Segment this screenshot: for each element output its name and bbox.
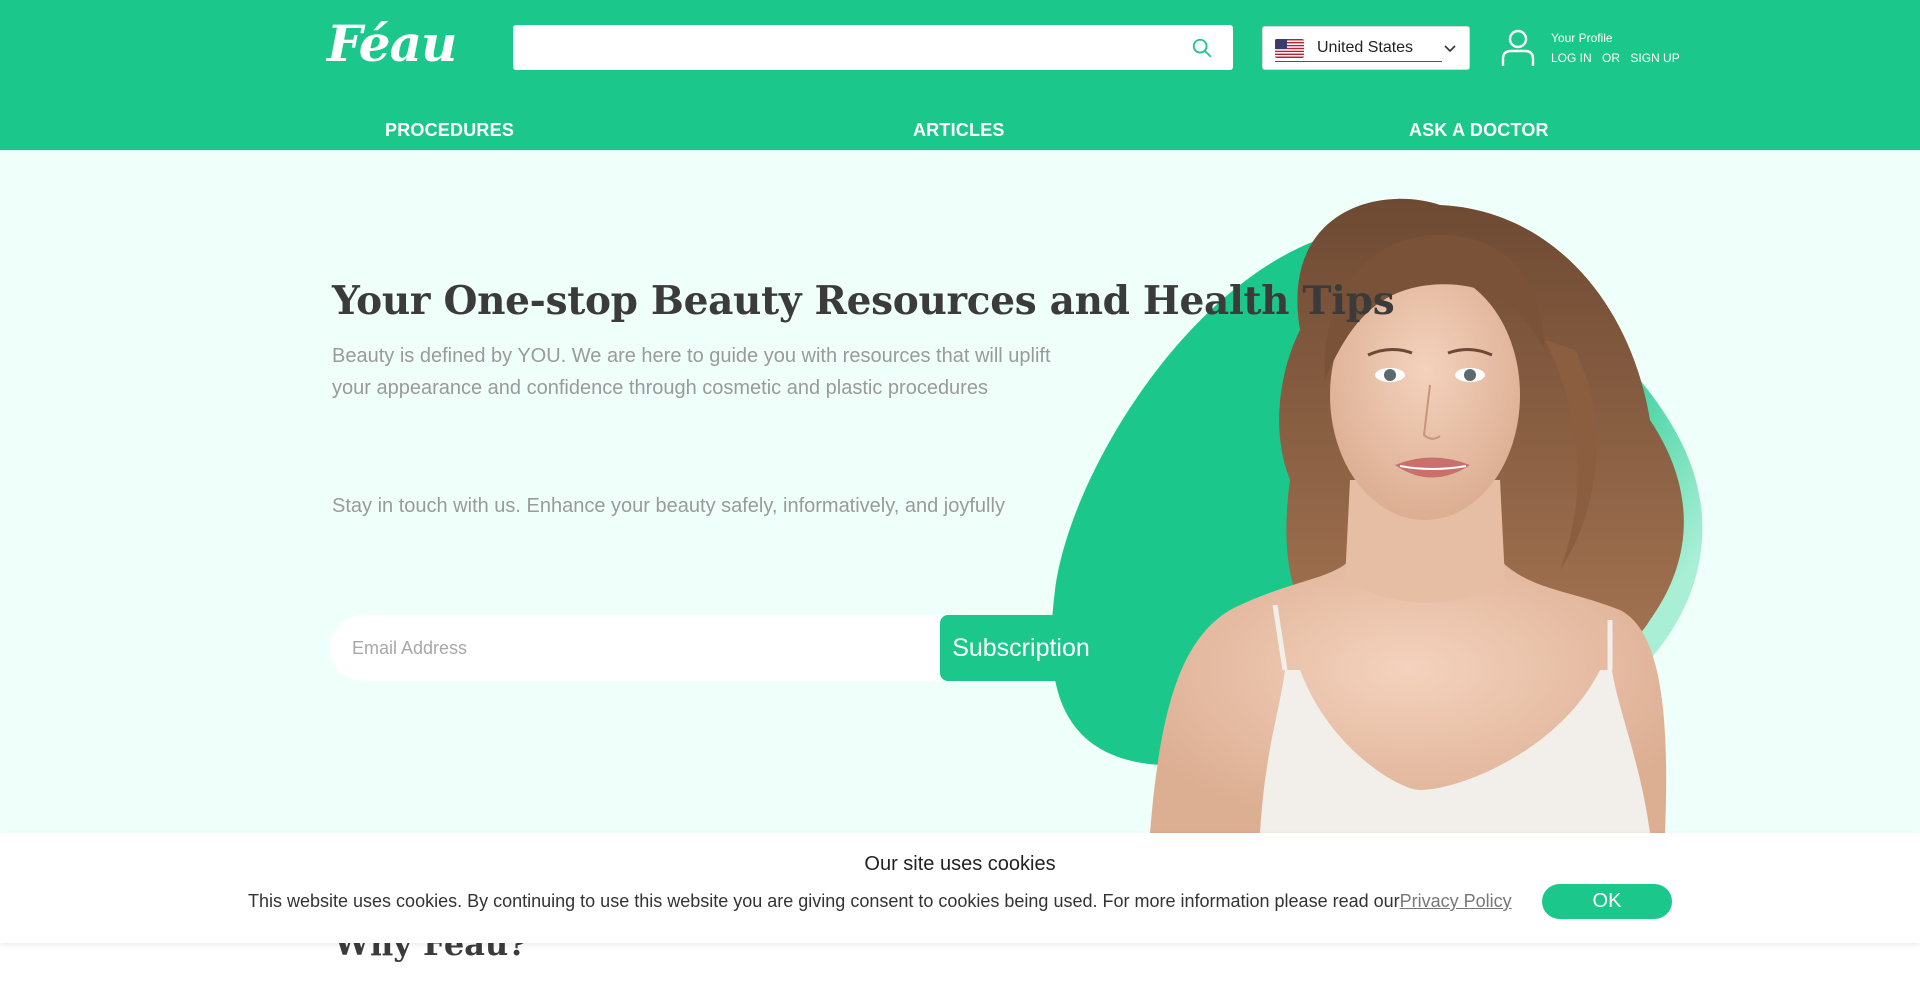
auth-links: LOG IN OR SIGN UP xyxy=(1551,51,1687,65)
cookie-message: This website uses cookies. By continuing… xyxy=(248,891,1512,912)
nav-procedures[interactable]: PROCEDURES xyxy=(385,120,514,141)
nav-articles[interactable]: ARTICLES xyxy=(913,120,1005,141)
or-label: OR xyxy=(1602,51,1621,65)
search-icon[interactable] xyxy=(1191,37,1213,59)
cookie-text: This website uses cookies. By continuing… xyxy=(248,891,1400,911)
country-underline xyxy=(1275,61,1442,62)
user-icon[interactable] xyxy=(1500,28,1536,68)
woman-portrait-image xyxy=(1150,198,1684,833)
privacy-policy-link[interactable]: Privacy Policy xyxy=(1400,891,1512,911)
cookie-title: Our site uses cookies xyxy=(864,853,1056,875)
site-header: Féau United States Your Profile LOG IN O… xyxy=(0,0,1920,150)
email-field[interactable] xyxy=(330,615,942,681)
signup-link[interactable]: SIGN UP xyxy=(1630,51,1679,65)
hero-section: Your One-stop Beauty Resources and Healt… xyxy=(0,150,1920,833)
chevron-down-icon xyxy=(1444,45,1456,53)
login-link[interactable]: LOG IN xyxy=(1551,51,1592,65)
hero-tagline: Stay in touch with us. Enhance your beau… xyxy=(332,495,1005,517)
us-flag-icon xyxy=(1275,39,1304,58)
site-logo[interactable]: Féau xyxy=(327,14,457,73)
search-input[interactable] xyxy=(513,25,1233,70)
search-bar xyxy=(513,25,1233,70)
hero-subtitle: Beauty is defined by YOU. We are here to… xyxy=(332,345,1051,399)
cookie-ok-button[interactable]: OK xyxy=(1542,884,1672,919)
country-select[interactable]: United States xyxy=(1262,26,1470,70)
hero-title: Your One-stop Beauty Resources and Healt… xyxy=(332,278,1395,324)
cookie-banner: Our site uses cookies This website uses … xyxy=(0,833,1920,943)
nav-ask-a-doctor[interactable]: ASK A DOCTOR xyxy=(1409,120,1549,141)
profile-title[interactable]: Your Profile xyxy=(1551,31,1613,45)
country-label: United States xyxy=(1317,39,1414,56)
subscription-button[interactable]: Subscription xyxy=(940,615,1102,681)
email-field-wrapper xyxy=(330,615,942,681)
